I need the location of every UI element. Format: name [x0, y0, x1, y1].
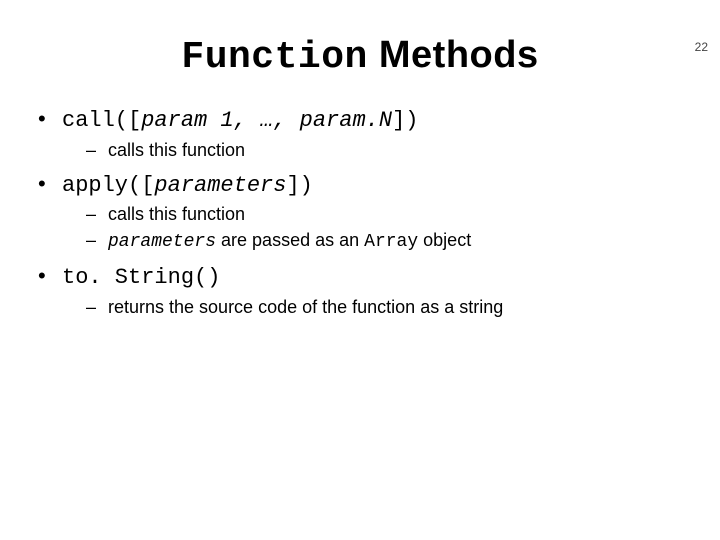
- sub-apply-2-mid: are passed as an: [216, 230, 364, 250]
- sublist-apply: calls this function parameters are passe…: [62, 203, 686, 254]
- bullet-tostring: to. String() returns the source code of …: [34, 262, 686, 319]
- sub-apply-2-param: parameters: [108, 232, 216, 252]
- sub-apply-2-suffix: object: [418, 230, 471, 250]
- sub-tostring-1: returns the source code of the function …: [62, 296, 686, 319]
- bullet-call: call([param 1, …, param.N]) calls this f…: [34, 105, 686, 162]
- slide: 22 Function Methods call([param 1, …, pa…: [0, 34, 720, 540]
- slide-content: call([param 1, …, param.N]) calls this f…: [34, 105, 686, 319]
- code-apply-post: ]): [286, 173, 312, 198]
- code-call-post: ]): [392, 108, 418, 133]
- sub-apply-2-array: Array: [364, 232, 418, 252]
- sublist-tostring: returns the source code of the function …: [62, 296, 686, 319]
- slide-title: Function Methods: [0, 34, 720, 79]
- sub-call-1: calls this function: [62, 139, 686, 162]
- code-call-pre: call([: [62, 108, 141, 133]
- sublist-call: calls this function: [62, 139, 686, 162]
- code-call: call([param 1, …, param.N]): [62, 108, 418, 133]
- sub-apply-1: calls this function: [62, 203, 686, 226]
- title-function: Function: [181, 36, 367, 79]
- bullet-apply: apply([parameters]) calls this function …: [34, 170, 686, 254]
- sub-apply-2: parameters are passed as an Array object: [62, 229, 686, 254]
- code-call-params: param 1, …, param.N: [141, 108, 392, 133]
- bullet-list: call([param 1, …, param.N]) calls this f…: [34, 105, 686, 319]
- code-apply-params: parameters: [154, 173, 286, 198]
- code-apply: apply([parameters]): [62, 173, 313, 198]
- code-apply-pre: apply([: [62, 173, 154, 198]
- code-tostring: to. String(): [62, 265, 220, 290]
- title-methods: Methods: [368, 34, 539, 76]
- page-number: 22: [695, 40, 708, 54]
